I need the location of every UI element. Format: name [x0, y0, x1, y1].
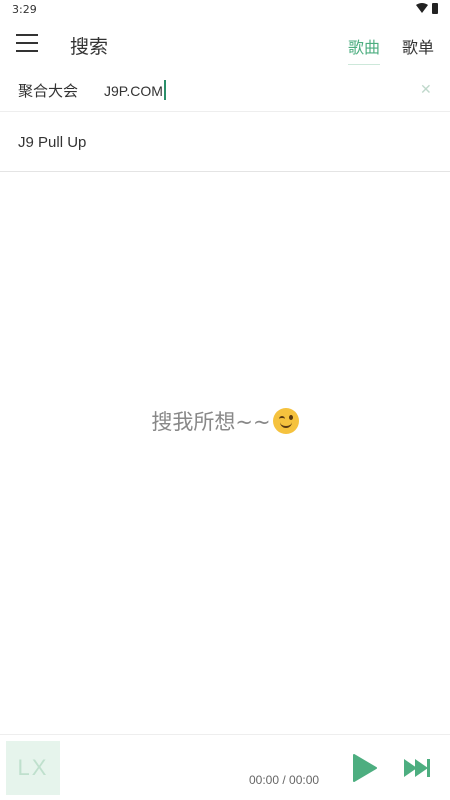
album-art[interactable]: LX	[6, 741, 60, 795]
page-title: 搜索	[70, 36, 109, 58]
player-bar: LX 00:00 / 00:00	[0, 734, 450, 800]
menu-icon[interactable]	[16, 34, 40, 56]
wifi-icon	[416, 3, 428, 13]
status-time: 3:29	[12, 3, 37, 16]
tab-songs[interactable]: 歌曲	[348, 34, 381, 65]
empty-state: 搜我所想~~	[0, 406, 450, 436]
empty-state-text: 搜我所想~~	[151, 410, 271, 434]
tab-playlists[interactable]: 歌单	[402, 34, 434, 58]
app-header: 搜索 歌曲 歌单	[0, 20, 450, 70]
status-bar: 3:29	[0, 0, 450, 20]
search-bar: 聚合大会 ✕	[0, 70, 450, 112]
suggestion-text: J9 Pull Up	[18, 134, 87, 151]
source-selector[interactable]: 聚合大会	[18, 80, 78, 101]
wink-emoji-icon	[272, 408, 299, 434]
text-caret	[164, 80, 166, 100]
suggestion-item[interactable]: J9 Pull Up	[0, 116, 450, 172]
status-icons	[416, 3, 438, 14]
play-icon[interactable]	[352, 753, 378, 783]
clear-icon[interactable]: ✕	[420, 83, 434, 97]
battery-icon	[432, 3, 438, 14]
search-input[interactable]	[104, 79, 394, 103]
next-track-icon[interactable]	[402, 757, 432, 779]
playback-time: 00:00 / 00:00	[249, 773, 320, 787]
